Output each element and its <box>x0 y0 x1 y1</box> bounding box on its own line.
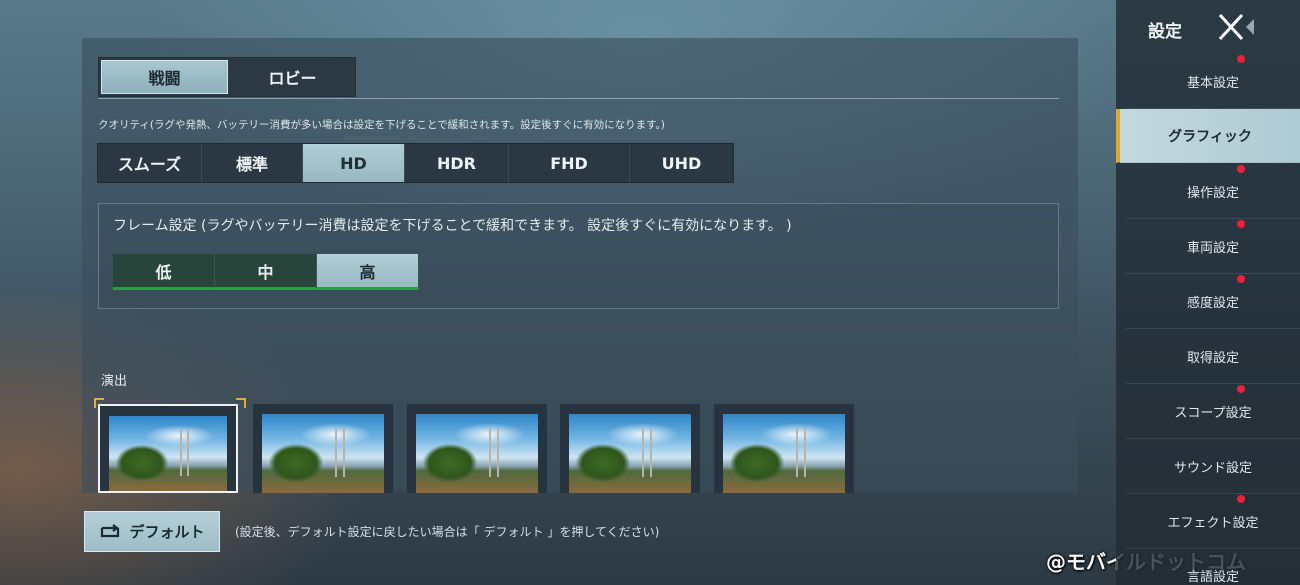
effects-label: 演出 <box>101 374 128 389</box>
sidebar-item-controls[interactable]: 操作設定 <box>1126 165 1300 219</box>
sidebar-item-vehicle[interactable]: 車両設定 <box>1126 220 1300 274</box>
default-button[interactable]: デフォルト <box>84 511 220 552</box>
close-icon <box>1218 13 1254 41</box>
sidebar-item-label: エフェクト設定 <box>1167 516 1259 531</box>
notification-dot <box>1237 55 1245 63</box>
sidebar-item-label: 操作設定 <box>1186 186 1239 201</box>
sidebar-item-sensitivity[interactable]: 感度設定 <box>1126 275 1300 329</box>
quality-option-smooth[interactable]: スムーズ <box>98 144 202 182</box>
sidebar-item-graphics[interactable]: グラフィック <box>1116 109 1300 163</box>
frame-option-low[interactable]: 低 <box>113 254 215 290</box>
close-button[interactable] <box>1216 10 1256 46</box>
effect-preview-image <box>416 414 538 493</box>
quality-option-standard[interactable]: 標準 <box>202 144 303 182</box>
settings-sidebar: 設定 基本設定 グラフィック 操作設定 車両設定 感度設定 取得設定 スコープ設… <box>1116 0 1300 585</box>
frame-option-high[interactable]: 高 <box>317 254 419 290</box>
effect-thumbnail-2[interactable] <box>253 404 393 493</box>
quality-option-hd[interactable]: HD <box>303 144 405 182</box>
effect-thumbnail-5[interactable] <box>714 404 854 493</box>
sidebar-item-language[interactable]: 言語設定 <box>1126 550 1300 585</box>
effect-thumbnail-4[interactable] <box>560 404 700 493</box>
quality-option-fhd[interactable]: FHD <box>509 144 630 182</box>
sidebar-item-basic[interactable]: 基本設定 <box>1126 55 1300 109</box>
sidebar-item-effects[interactable]: エフェクト設定 <box>1126 495 1300 549</box>
notification-dot <box>1237 275 1245 283</box>
notification-dot <box>1237 220 1245 228</box>
effect-preview-image <box>569 414 691 493</box>
frame-rate-selector: 低 中 高 <box>113 254 419 290</box>
frame-settings-box: フレーム設定 (ラグやバッテリー消費は設定を下げることで緩和できます。 設定後す… <box>98 203 1059 309</box>
notification-dot <box>1237 165 1245 173</box>
effect-preview-image <box>262 414 384 493</box>
tab-battle[interactable]: 戦闘 <box>101 60 228 94</box>
quality-note: クオリティ(ラグや発熱、バッテリー消費が多い場合は設定を下げることで緩和されます… <box>98 119 665 131</box>
mode-tabs: 戦闘 ロビー <box>98 57 356 97</box>
notification-dot <box>1237 495 1245 503</box>
sidebar-item-label: サウンド設定 <box>1173 461 1252 476</box>
sidebar-item-label: グラフィック <box>1168 128 1252 145</box>
frame-settings-label: フレーム設定 (ラグやバッテリー消費は設定を下げることで緩和できます。 設定後す… <box>113 218 792 234</box>
sidebar-item-label: 基本設定 <box>1186 76 1239 91</box>
effect-thumbnail-1[interactable] <box>98 404 238 493</box>
frame-option-medium[interactable]: 中 <box>215 254 317 290</box>
quality-selector: スムーズ 標準 HD HDR FHD UHD <box>97 143 734 183</box>
notification-dot <box>1237 385 1245 393</box>
effect-preview-image <box>723 414 845 493</box>
sidebar-item-label: スコープ設定 <box>1174 406 1252 421</box>
sidebar-item-pickup[interactable]: 取得設定 <box>1126 330 1300 384</box>
sidebar-item-label: 車両設定 <box>1186 241 1239 256</box>
reset-icon <box>101 523 120 537</box>
quality-option-uhd[interactable]: UHD <box>630 144 733 182</box>
quality-option-hdr[interactable]: HDR <box>405 144 509 182</box>
sidebar-item-label: 感度設定 <box>1186 296 1239 311</box>
effect-preview-image <box>109 416 227 491</box>
sidebar-item-scope[interactable]: スコープ設定 <box>1126 385 1300 439</box>
effect-thumbnail-3[interactable] <box>407 404 547 493</box>
tab-divider <box>98 98 1059 99</box>
sidebar-title: 設定 <box>1148 22 1182 42</box>
sidebar-item-label: 取得設定 <box>1186 351 1239 366</box>
sidebar-item-sound[interactable]: サウンド設定 <box>1126 440 1300 494</box>
default-button-label: デフォルト <box>129 523 205 541</box>
default-note: (設定後、デフォルト設定に戻したい場合は「 デフォルト 」を押してください) <box>235 525 660 539</box>
tab-lobby[interactable]: ロビー <box>230 58 355 96</box>
sidebar-item-label: 言語設定 <box>1186 570 1239 585</box>
